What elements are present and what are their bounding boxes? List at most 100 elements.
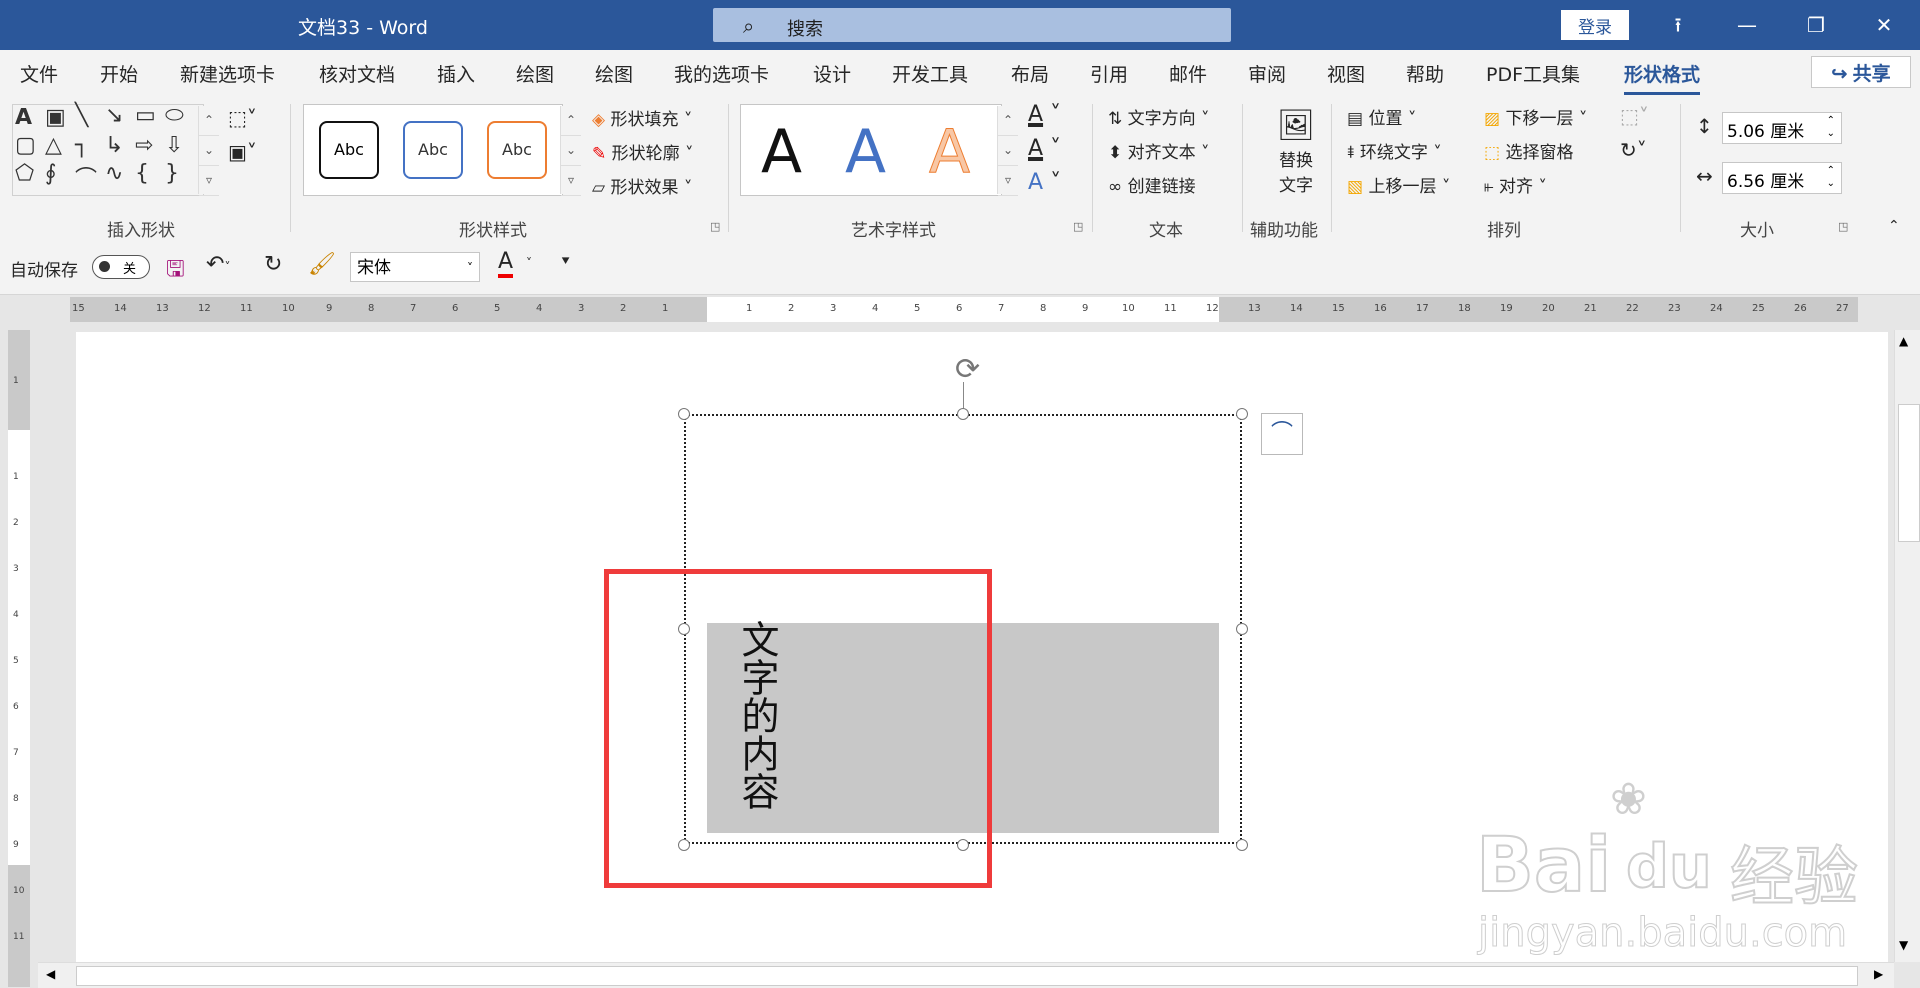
text-direction-button[interactable]: ⇅ 文字方向 ˅	[1108, 104, 1210, 129]
arrow-line-shape-icon[interactable]: ↘	[105, 103, 123, 128]
resize-handle-top-left[interactable]	[678, 408, 690, 420]
minimize-icon[interactable]: —	[1727, 8, 1767, 42]
shapes-gallery[interactable]: 𝗔 ▣ ╲ ↘ ▭ ⬭ ▢ △ ┐ ↳ ⇨ ⇩ ⬠ ∮ ⌒ ∿ { }	[12, 103, 204, 196]
shapes-gallery-scroll[interactable]: ⌃ ⌄ ▿	[198, 106, 219, 196]
textbox-shape-icon[interactable]: 𝗔	[15, 105, 32, 130]
login-button[interactable]: 登录	[1561, 10, 1629, 40]
height-spinner-icon[interactable]: ⌃ ⌄	[1827, 114, 1835, 140]
rotate-icon[interactable]: ↻˅	[1620, 138, 1647, 162]
tab-new-tab[interactable]: 新建选项卡	[180, 60, 275, 87]
shape-styles-gallery[interactable]: Abc Abc Abc	[303, 104, 563, 196]
size-launcher-icon[interactable]: ◳	[1838, 220, 1848, 233]
selection-pane-button[interactable]: ⬚ 选择窗格	[1484, 138, 1573, 163]
tab-draw-1[interactable]: 绘图	[516, 60, 554, 87]
vertical-scroll-thumb[interactable]	[1898, 404, 1920, 542]
tab-help[interactable]: 帮助	[1406, 60, 1444, 87]
vertical-ruler[interactable]: 1 1 2 3 4 5 6 7 8 9 10 11	[8, 330, 30, 987]
scribble-shape-icon[interactable]: ∮	[45, 161, 56, 186]
oval-shape-icon[interactable]: ⬭	[165, 103, 184, 128]
scroll-down-icon[interactable]: ▼	[1899, 938, 1908, 952]
rounded-rect-shape-icon[interactable]: ▢	[15, 133, 36, 158]
resize-handle-right[interactable]	[1236, 623, 1248, 635]
wordart-style-black[interactable]: A	[761, 117, 802, 187]
horizontal-scroll-thumb[interactable]	[76, 966, 1858, 986]
wordart-style-orange[interactable]: A	[928, 117, 970, 188]
tab-pdf-tools[interactable]: PDF工具集	[1486, 60, 1580, 87]
share-button[interactable]: ↪ 共享	[1811, 56, 1911, 88]
customize-qat-icon[interactable]: ⯆	[560, 254, 571, 270]
alt-text-button[interactable]: 🖼 替换 文字	[1266, 106, 1326, 196]
shape-fill-button[interactable]: ◈ 形状填充 ˅	[592, 105, 692, 130]
restore-icon[interactable]: ❐	[1796, 8, 1836, 42]
tab-home[interactable]: 开始	[100, 60, 138, 87]
wordart-launcher-icon[interactable]: ◳	[1073, 220, 1083, 233]
shape-styles-scroll[interactable]: ⌃ ⌄ ▿	[560, 106, 581, 196]
elbow-arrow-shape-icon[interactable]: ↳	[105, 133, 123, 158]
tab-design[interactable]: 设计	[813, 60, 851, 87]
tab-insert[interactable]: 插入	[437, 60, 475, 87]
wordart-style-blue[interactable]: A	[845, 117, 886, 187]
wrap-text-button[interactable]: ⯒ 环绕文字 ˅	[1347, 138, 1442, 169]
shape-width-input[interactable]: 6.56 厘米 ⌃ ⌄	[1722, 162, 1842, 194]
autosave-toggle[interactable]: 关	[92, 255, 150, 279]
elbow-connector-shape-icon[interactable]: ┐	[75, 133, 88, 158]
shape-outline-button[interactable]: ✎ 形状轮廓 ˅	[592, 139, 694, 164]
tab-view[interactable]: 视图	[1327, 60, 1365, 87]
shape-styles-launcher-icon[interactable]: ◳	[710, 220, 720, 233]
ribbon-display-icon[interactable]: ⭱	[1658, 8, 1698, 42]
wordart-gallery[interactable]: A A A	[740, 104, 1002, 196]
vertical-scrollbar[interactable]: ▲ ▼	[1894, 330, 1920, 962]
resize-handle-top-right[interactable]	[1236, 408, 1248, 420]
tab-references[interactable]: 引用	[1090, 60, 1128, 87]
save-icon[interactable]: 🖫	[166, 252, 185, 290]
right-arrow-shape-icon[interactable]: ⇨	[135, 133, 153, 158]
wordart-gallery-scroll[interactable]: ⌃ ⌄ ▿	[997, 106, 1018, 196]
undo-icon[interactable]: ↶˅	[206, 252, 230, 277]
draw-textbox-icon[interactable]: ▣˅	[228, 140, 257, 164]
font-color-dropdown-icon[interactable]: ˅	[526, 256, 532, 270]
vertical-textbox-shape-icon[interactable]: ▣	[45, 105, 66, 130]
down-arrow-shape-icon[interactable]: ⇩	[165, 133, 183, 158]
create-link-button[interactable]: ∞ 创建链接	[1108, 172, 1196, 197]
tab-file[interactable]: 文件	[20, 60, 58, 87]
triangle-shape-icon[interactable]: △	[45, 133, 62, 158]
width-spinner-icon[interactable]: ⌃ ⌄	[1827, 164, 1835, 190]
text-effect-button[interactable]: A ˅	[1028, 170, 1061, 195]
close-icon[interactable]: ✕	[1864, 8, 1904, 42]
font-select[interactable]: 宋体 ˅	[350, 252, 480, 282]
align-text-button[interactable]: ⬍ 对齐文本 ˅	[1108, 138, 1210, 163]
layout-options-icon[interactable]: ⌒	[1261, 413, 1303, 455]
line-shape-icon[interactable]: ╲	[75, 103, 88, 128]
edit-shape-icon[interactable]: ⬚˅	[228, 106, 257, 130]
text-fill-button[interactable]: A ˅	[1028, 102, 1061, 127]
position-button[interactable]: ▤ 位置 ˅	[1347, 104, 1416, 129]
resize-handle-top[interactable]	[957, 408, 969, 420]
freeform-shape-icon[interactable]: ⬠	[15, 161, 34, 186]
shape-style-orange[interactable]: Abc	[487, 121, 547, 179]
group-objects-icon[interactable]: ⬚˅	[1620, 104, 1649, 128]
resize-handle-bottom-right[interactable]	[1236, 839, 1248, 851]
tab-draw-2[interactable]: 绘图	[595, 60, 633, 87]
scroll-right-icon[interactable]: ▶	[1874, 967, 1883, 981]
tab-layout[interactable]: 布局	[1011, 60, 1049, 87]
shape-style-black[interactable]: Abc	[319, 121, 379, 179]
scroll-up-icon[interactable]: ▲	[1899, 334, 1908, 348]
bring-forward-button[interactable]: ▧ 上移一层 ˅	[1347, 172, 1450, 197]
shape-effect-button[interactable]: ▱ 形状效果 ˅	[592, 173, 692, 198]
search-box[interactable]: ⌕ 搜索	[713, 8, 1231, 42]
tab-check-doc[interactable]: 核对文档	[319, 60, 395, 87]
left-brace-shape-icon[interactable]: {	[135, 161, 149, 186]
right-brace-shape-icon[interactable]: }	[165, 161, 179, 186]
shape-style-blue[interactable]: Abc	[403, 121, 463, 179]
collapse-ribbon-icon[interactable]: ⌃	[1888, 218, 1900, 234]
tab-review[interactable]: 审阅	[1248, 60, 1286, 87]
align-button[interactable]: ⫦ 对齐 ˅	[1484, 172, 1547, 197]
tab-shape-format[interactable]: 形状格式	[1624, 60, 1701, 95]
shape-height-input[interactable]: 5.06 厘米 ⌃ ⌄	[1722, 112, 1842, 144]
tab-developer[interactable]: 开发工具	[892, 60, 968, 87]
tab-mailings[interactable]: 邮件	[1169, 60, 1207, 87]
redo-icon[interactable]: ↻	[264, 252, 282, 277]
rotate-handle-icon[interactable]: ⟳	[955, 352, 980, 387]
scroll-left-icon[interactable]: ◀	[46, 967, 55, 981]
tab-my-tab[interactable]: 我的选项卡	[674, 60, 769, 87]
